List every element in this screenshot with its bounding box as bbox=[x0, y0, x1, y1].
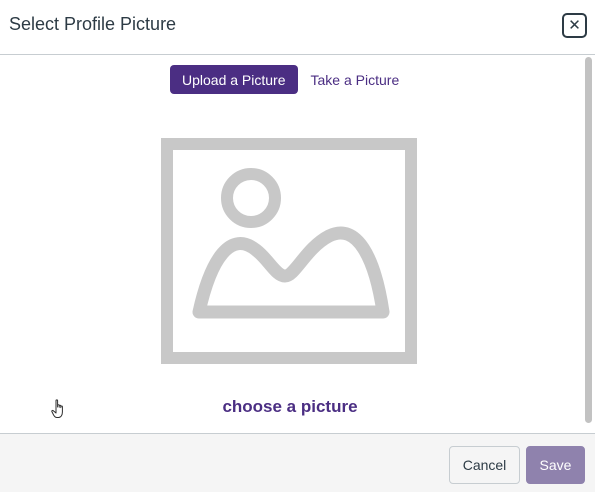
scrollbar[interactable] bbox=[583, 57, 595, 427]
dialog-header: Select Profile Picture ✕ bbox=[0, 0, 595, 55]
close-button[interactable]: ✕ bbox=[562, 13, 587, 38]
dialog-footer: Cancel Save bbox=[0, 433, 595, 492]
close-icon: ✕ bbox=[568, 17, 581, 34]
choose-picture-link[interactable]: choose a picture bbox=[0, 397, 580, 417]
save-button[interactable]: Save bbox=[526, 446, 585, 484]
scrollbar-thumb[interactable] bbox=[585, 57, 592, 423]
image-placeholder-icon[interactable] bbox=[161, 138, 417, 364]
cancel-button[interactable]: Cancel bbox=[449, 446, 520, 484]
tab-upload-picture[interactable]: Upload a Picture bbox=[170, 65, 298, 94]
tab-take-picture[interactable]: Take a Picture bbox=[298, 65, 413, 94]
hand-pointer-cursor-icon bbox=[51, 399, 63, 418]
dialog-title: Select Profile Picture bbox=[9, 14, 177, 34]
picture-source-tabs: Upload a Picture Take a Picture bbox=[170, 65, 412, 94]
dialog-body: Upload a Picture Take a Picture choose a… bbox=[0, 55, 595, 433]
